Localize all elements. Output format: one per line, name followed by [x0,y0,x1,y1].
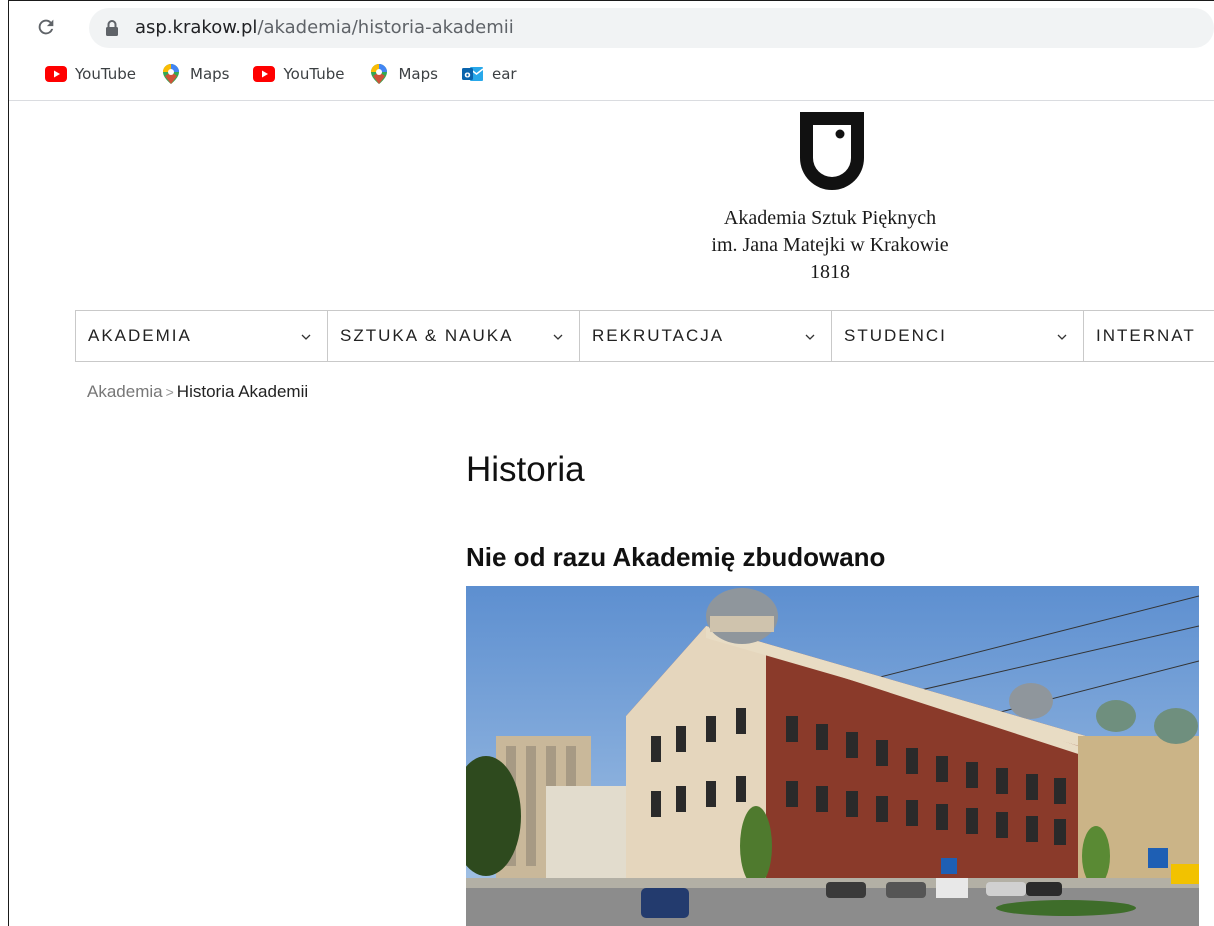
institution-name: Akademia Sztuk Pięknych im. Jana Matejki… [630,205,1030,286]
chevron-down-icon [803,329,817,343]
institution-name-line2: im. Jana Matejki w Krakowie [711,234,949,256]
chevron-down-icon [1055,329,1069,343]
nav-item-studenci[interactable]: STUDENCI [832,311,1084,361]
nav-item-akademia[interactable]: AKADEMIA [76,311,328,361]
nav-label: AKADEMIA [88,326,192,345]
breadcrumb-separator: > [165,384,174,400]
nav-label: INTERNAT [1096,326,1196,345]
url-text[interactable]: asp.krakow.pl/akademia/historia-akademii [135,17,514,39]
institution-name-line1: Akademia Sztuk Pięknych [723,207,937,229]
bookmark-label: YouTube [283,65,345,83]
bookmark-youtube[interactable]: YouTube [253,65,344,83]
youtube-icon [45,65,67,83]
bookmark-label: ear [491,65,517,83]
page-title: Historia [466,450,585,489]
nav-label: SZTUKA & NAUKA [340,326,514,345]
address-bar[interactable]: asp.krakow.pl/akademia/historia-akademii [89,8,1214,48]
browser-chrome: asp.krakow.pl/akademia/historia-akademii… [9,1,1214,100]
reload-icon[interactable] [35,16,57,38]
breadcrumb-parent-link[interactable]: Akademia [87,382,163,401]
url-host: asp.krakow.pl [135,17,258,38]
bookmark-maps[interactable]: Maps [368,64,438,84]
academy-logo[interactable] [800,112,864,192]
chevron-down-icon [299,329,313,343]
maps-icon [368,64,390,84]
nav-item-rekrutacja[interactable]: REKRUTACJA [580,311,832,361]
outlook-icon: o [461,65,484,83]
nav-item-sztuka-nauka[interactable]: SZTUKA & NAUKA [328,311,580,361]
nav-item-internat[interactable]: INTERNAT [1084,311,1214,361]
maps-icon [160,64,182,84]
bookmark-label: Maps [190,65,230,83]
breadcrumb: Akademia > Historia Akademii [87,381,308,403]
toolbar-divider [9,100,1214,101]
nav-label: REKRUTACJA [592,326,725,345]
founding-year: 1818 [810,261,850,283]
bookmark-outlook[interactable]: o ear [461,65,517,83]
bookmarks-bar: YouTube Maps YouTube Maps o ear [45,61,541,87]
breadcrumb-current: Historia Akademii [176,382,309,401]
main-nav: AKADEMIA SZTUKA & NAUKA REKRUTACJA STUDE… [75,310,1214,362]
chevron-down-icon [551,329,565,343]
nav-label: STUDENCI [844,326,947,345]
svg-text:o: o [464,71,470,81]
lock-icon [105,19,123,37]
url-path: /akademia/historia-akademii [257,17,514,38]
youtube-icon [253,65,276,83]
bookmark-maps[interactable]: Maps [160,64,230,84]
bookmark-youtube[interactable]: YouTube [45,65,136,83]
academy-building-photo [466,586,1199,926]
section-heading: Nie od razu Akademię zbudowano [466,542,886,572]
window-border-left [8,0,9,926]
bookmark-label: Maps [398,65,438,83]
bookmark-label: YouTube [75,65,136,83]
